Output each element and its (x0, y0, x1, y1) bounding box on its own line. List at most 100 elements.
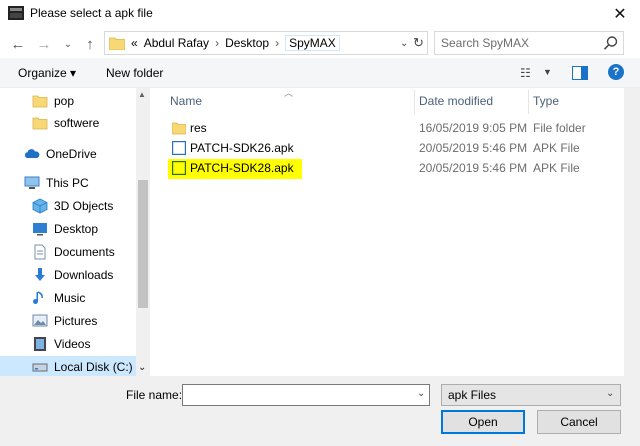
column-divider[interactable] (528, 90, 529, 114)
breadcrumb-separator[interactable]: › (215, 36, 219, 51)
cancel-button[interactable]: Cancel (537, 410, 621, 434)
sidebar-item-label: Videos (54, 337, 91, 351)
navigation-scrollbar[interactable]: ▲ ⌄ (136, 88, 150, 376)
app-icon (8, 6, 24, 20)
sidebar-item-softwere[interactable]: softwere (0, 112, 136, 134)
scroll-up-icon[interactable]: ▲ (138, 90, 146, 99)
help-icon[interactable]: ? (608, 64, 624, 80)
sidebar-item-label: Desktop (54, 222, 99, 236)
breadcrumb: « Abdul Rafay › Desktop › SpyMAX (131, 35, 340, 51)
scrollbar-thumb[interactable] (138, 180, 148, 308)
file-type: APK File (533, 161, 580, 175)
sidebar-item-label: Local Disk (C:) (54, 360, 133, 374)
file-name: PATCH-SDK28.apk (190, 161, 294, 175)
chevron-down-icon[interactable]: ⌄ (138, 362, 146, 373)
cloud-icon (24, 149, 40, 158)
breadcrumb-item[interactable]: Desktop (225, 36, 269, 51)
folder-icon (172, 122, 186, 135)
sidebar-item-label: Downloads (54, 268, 114, 282)
address-bar[interactable]: « Abdul Rafay › Desktop › SpyMAX ⌄ ↻ (104, 31, 428, 55)
sidebar-item-music[interactable]: Music (0, 287, 136, 309)
chevron-down-icon[interactable]: ⌄ (606, 388, 614, 399)
sidebar-item-pictures[interactable]: Pictures (0, 310, 136, 332)
file-type: APK File (533, 141, 580, 155)
organize-button[interactable]: Organize ▾ (18, 66, 76, 80)
search-icon (603, 36, 618, 50)
title-bar: Please select a apk file ✕ (0, 0, 640, 28)
chevron-down-icon[interactable]: ⌄ (400, 36, 412, 50)
file-date: 16/05/2019 9:05 PM (419, 121, 528, 135)
sidebar-item-this-pc[interactable]: This PC (0, 172, 136, 194)
chevron-down-icon[interactable]: ▼ (543, 67, 552, 77)
filename-label: File name: (126, 388, 183, 402)
navigation-pane: pop softwere OneDrive This PC 3D Objects… (0, 88, 150, 378)
sidebar-item-label: Pictures (54, 314, 98, 328)
folder-icon (32, 117, 48, 130)
file-icon (172, 161, 186, 175)
file-type-select[interactable]: apk Files ⌄ (441, 384, 621, 406)
disk-icon (32, 363, 48, 372)
sidebar-item-pop[interactable]: pop (0, 90, 136, 112)
window-title: Please select a apk file (30, 6, 153, 20)
search-box[interactable]: Search SpyMAX (434, 31, 624, 55)
file-row[interactable]: PATCH-SDK26.apk 20/05/2019 5:46 PM APK F… (166, 139, 636, 159)
chevron-down-icon[interactable]: ⌄ (417, 388, 425, 399)
cube-icon (32, 198, 48, 214)
column-header-type[interactable]: Type (533, 94, 559, 108)
file-icon (172, 141, 186, 155)
column-divider[interactable] (414, 90, 415, 114)
computer-icon (24, 176, 40, 189)
sidebar-item-label: This PC (46, 176, 89, 190)
file-date: 20/05/2019 5:46 PM (419, 141, 528, 155)
sidebar-item-onedrive[interactable]: OneDrive (0, 143, 136, 165)
folder-icon (109, 37, 125, 50)
up-button[interactable]: ↑ (80, 34, 100, 54)
sort-ascending-icon: ︿ (284, 88, 294, 98)
sidebar-item-label: pop (54, 94, 75, 108)
sidebar-item-label: Documents (54, 245, 115, 259)
sidebar-item-label: softwere (54, 116, 100, 130)
document-icon (34, 244, 46, 260)
sidebar-item-3d-objects[interactable]: 3D Objects (0, 195, 136, 217)
sidebar-item-local-disk[interactable]: Local Disk (C:) (0, 356, 136, 378)
file-name: PATCH-SDK26.apk (190, 141, 294, 155)
breadcrumb-item-current[interactable]: SpyMAX (285, 35, 340, 51)
folder-icon (32, 95, 48, 108)
column-header-date-modified[interactable]: Date modified (419, 94, 493, 108)
download-icon (35, 268, 45, 281)
sidebar-item-videos[interactable]: Videos (0, 333, 136, 355)
recent-locations-button[interactable]: ⌄ (58, 34, 78, 54)
sidebar-item-documents[interactable]: Documents (0, 241, 136, 263)
new-folder-button[interactable]: New folder (106, 66, 163, 80)
file-type-value: apk Files (448, 388, 497, 402)
column-header-name[interactable]: Name (170, 94, 202, 108)
preview-pane-icon[interactable] (572, 66, 588, 80)
sidebar-item-desktop[interactable]: Desktop (0, 218, 136, 240)
sidebar-item-downloads[interactable]: Downloads (0, 264, 136, 286)
file-name: res (190, 121, 207, 135)
sidebar-item-label: OneDrive (46, 147, 97, 161)
close-button[interactable]: ✕ (600, 0, 640, 28)
dialog-footer: File name: ⌄ apk Files ⌄ Open Cancel (0, 376, 640, 446)
back-button[interactable]: ← (8, 34, 28, 54)
desktop-icon (33, 223, 47, 236)
breadcrumb-item[interactable]: Abdul Rafay (144, 36, 209, 51)
search-input[interactable]: Search SpyMAX (441, 36, 529, 50)
music-icon (33, 291, 43, 304)
sidebar-item-label: Music (54, 291, 86, 305)
video-icon (34, 337, 46, 351)
file-type: File folder (533, 121, 586, 135)
file-list-scrollbar[interactable] (624, 88, 640, 376)
refresh-icon[interactable]: ↻ (413, 34, 427, 52)
file-list: ︿ Name Date modified Type res 16/05/2019… (150, 88, 640, 376)
open-button[interactable]: Open (441, 410, 525, 434)
forward-button[interactable]: → (34, 34, 54, 54)
file-date: 20/05/2019 5:46 PM (419, 161, 528, 175)
filename-input[interactable]: ⌄ (182, 384, 430, 406)
file-row[interactable]: res 16/05/2019 9:05 PM File folder (166, 119, 636, 139)
file-row-highlighted[interactable]: PATCH-SDK28.apk 20/05/2019 5:46 PM APK F… (166, 159, 636, 179)
command-bar: Organize ▾ New folder ☷ ▼ ? (0, 58, 640, 88)
breadcrumb-separator[interactable]: › (275, 36, 279, 51)
view-options-icon[interactable]: ☷ (520, 66, 531, 80)
breadcrumb-overflow[interactable]: « (131, 36, 138, 51)
